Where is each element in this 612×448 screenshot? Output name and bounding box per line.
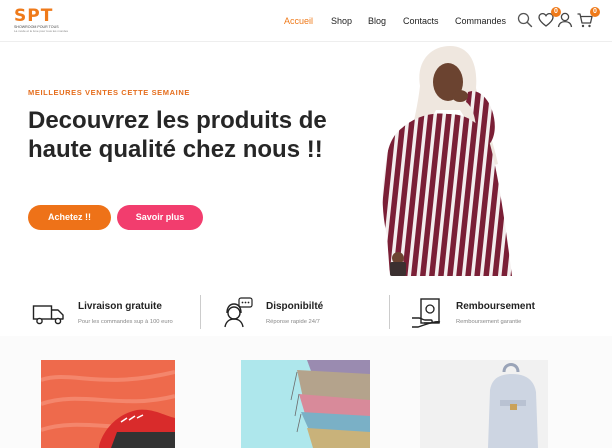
nav-commandes[interactable]: Commandes bbox=[455, 14, 506, 28]
delivery-truck-icon bbox=[32, 296, 66, 330]
feature-subtitle: Pour les commandes sup à 100 euro bbox=[78, 319, 173, 325]
nav-shop[interactable]: Shop bbox=[331, 14, 352, 28]
feature-subtitle: Remboursement garantie bbox=[456, 319, 522, 325]
feature-subtitle: Réponse rapide 24/7 bbox=[266, 319, 320, 325]
hero-model-image bbox=[372, 44, 518, 276]
feature-divider bbox=[200, 295, 201, 329]
cart-button[interactable]: 0 bbox=[576, 7, 600, 29]
nav-contacts[interactable]: Contacts bbox=[403, 14, 439, 28]
support-agent-icon bbox=[220, 296, 254, 330]
feature-title: Remboursement bbox=[456, 301, 535, 312]
hero-title: Decouvrez les produits de haute qualité … bbox=[28, 107, 327, 163]
nav-accueil[interactable]: Accueil bbox=[284, 14, 313, 28]
cart-count-badge: 0 bbox=[590, 7, 600, 17]
user-icon[interactable] bbox=[556, 11, 574, 29]
hero-eyebrow: MEILLEURES VENTES CETTE SEMAINE bbox=[28, 88, 190, 97]
product-image-sneaker[interactable] bbox=[41, 360, 175, 448]
nav-blog[interactable]: Blog bbox=[368, 14, 386, 28]
feature-divider bbox=[389, 295, 390, 329]
feature-title: Livraison gratuite bbox=[78, 301, 162, 312]
wishlist-button[interactable]: 0 bbox=[537, 7, 561, 29]
feature-delivery: Livraison gratuite Pour les commandes su… bbox=[32, 286, 192, 336]
refund-money-icon bbox=[410, 296, 444, 330]
logo-tagline: La mode et le luxe pour tous les mondes bbox=[14, 28, 69, 33]
feature-title: Disponibilté bbox=[266, 301, 324, 312]
learn-more-button[interactable]: Savoir plus bbox=[117, 205, 203, 230]
product-image-backpack[interactable] bbox=[420, 360, 548, 448]
feature-refund: Remboursement Remboursement garantie bbox=[410, 286, 570, 336]
product-image-scarves[interactable] bbox=[241, 360, 370, 448]
features-bar: Livraison gratuite Pour les commandes su… bbox=[0, 286, 612, 336]
search-icon[interactable] bbox=[516, 11, 534, 29]
buy-button[interactable]: Achetez !! bbox=[28, 205, 111, 230]
site-header: SPT SHOWROOM POUR TOUS La mode et le lux… bbox=[0, 0, 612, 42]
feature-availability: Disponibilté Réponse rapide 24/7 bbox=[220, 286, 380, 336]
